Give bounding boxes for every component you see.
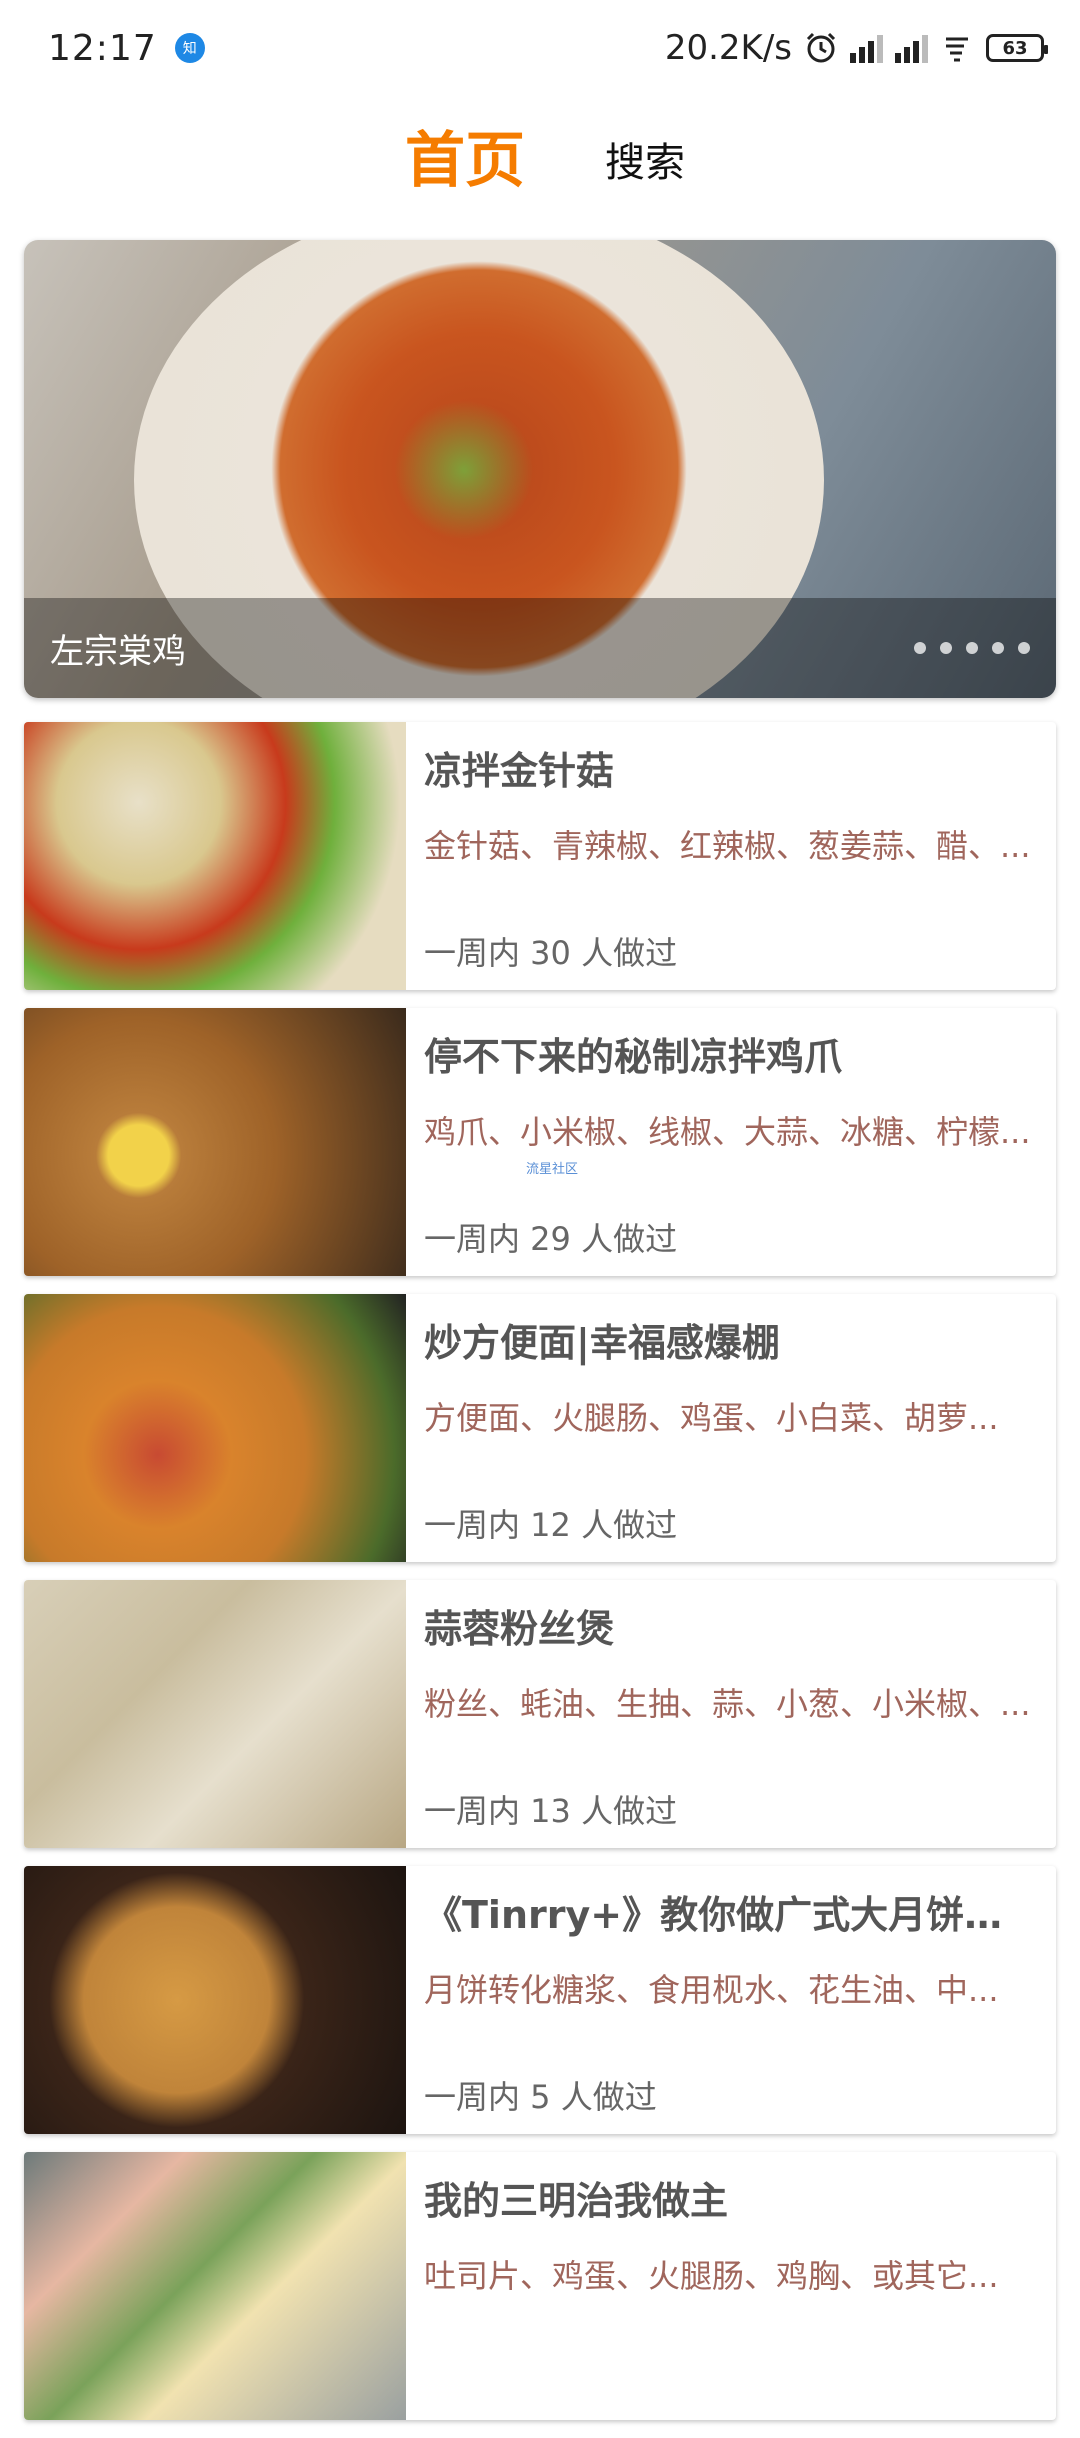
recipe-ingredients: 鸡爪、小米椒、线椒、大蒜、冰糖、柠檬... (424, 1113, 1031, 1151)
recipe-ingredients: 金针菇、青辣椒、红辣椒、葱姜蒜、醋、... (424, 827, 1031, 865)
recipe-card[interactable]: 凉拌金针菇 金针菇、青辣椒、红辣椒、葱姜蒜、醋、... 一周内 30 人做过 (24, 722, 1056, 990)
top-tabs: 首页 搜索 (0, 110, 1080, 200)
carousel-dot[interactable] (1018, 642, 1030, 654)
recipe-thumbnail (24, 1866, 406, 2134)
tab-search[interactable]: 搜索 (605, 130, 685, 188)
recipe-made-count: 一周内 5 人做过 (424, 2078, 657, 2116)
recipe-title: 蒜蓉粉丝煲 (424, 1607, 615, 1651)
alarm-icon (806, 32, 836, 63)
recipe-list: 凉拌金针菇 金针菇、青辣椒、红辣椒、葱姜蒜、醋、... 一周内 30 人做过 停… (24, 722, 1056, 2438)
recipe-thumbnail (24, 2152, 406, 2420)
banner-image-garnish (394, 400, 534, 540)
wifi-data-icon (946, 37, 968, 62)
recipe-thumbnail (24, 1294, 406, 1562)
battery-icon: 63 (986, 34, 1048, 62)
recipe-thumbnail (24, 1580, 406, 1848)
recipe-thumbnail (24, 722, 406, 990)
signal-2-icon (895, 33, 928, 63)
recipe-made-count: 一周内 12 人做过 (424, 1506, 678, 1544)
recipe-title: 停不下来的秘制凉拌鸡爪 (424, 1035, 843, 1079)
carousel-dot[interactable] (992, 642, 1004, 654)
status-bar: 12:17 知 20.2K/s 63 (0, 0, 1080, 96)
clock: 12:17 (48, 27, 157, 69)
recipe-ingredients: 粉丝、蚝油、生抽、蒜、小葱、小米椒、... (424, 1685, 1031, 1723)
carousel-dot[interactable] (914, 642, 926, 654)
recipe-card[interactable]: 《Tinrry+》教你做广式大月饼（... 月饼转化糖浆、食用枧水、花生油、中.… (24, 1866, 1056, 2134)
banner-caption: 左宗棠鸡 (50, 631, 186, 672)
signal-1-icon (850, 33, 883, 63)
recipe-made-count: 一周内 29 人做过 (424, 1220, 678, 1258)
recipe-card[interactable]: 炒方便面|幸福感爆棚 方便面、火腿肠、鸡蛋、小白菜、胡萝... 一周内 12 人… (24, 1294, 1056, 1562)
recipe-ingredients: 吐司片、鸡蛋、火腿肠、鸡胸、或其它... (424, 2257, 999, 2295)
recipe-title: 凉拌金针菇 (424, 749, 615, 793)
zhihu-notification-icon: 知 (174, 33, 205, 63)
carousel-indicators (914, 642, 1030, 654)
recipe-card[interactable]: 停不下来的秘制凉拌鸡爪 鸡爪、小米椒、线椒、大蒜、冰糖、柠檬... 流星社区 一… (24, 1008, 1056, 1276)
recipe-title: 我的三明治我做主 (424, 2179, 729, 2223)
recipe-made-count: 一周内 13 人做过 (424, 1792, 678, 1830)
carousel-dot[interactable] (966, 642, 978, 654)
recipe-title: 炒方便面|幸福感爆棚 (424, 1321, 780, 1365)
carousel-dot[interactable] (940, 642, 952, 654)
tab-home[interactable]: 首页 (405, 112, 525, 199)
recipe-made-count: 一周内 30 人做过 (424, 934, 678, 972)
recipe-card[interactable]: 蒜蓉粉丝煲 粉丝、蚝油、生抽、蒜、小葱、小米椒、... 一周内 13 人做过 (24, 1580, 1056, 1848)
recipe-ingredients: 月饼转化糖浆、食用枧水、花生油、中... (424, 1971, 999, 2009)
recipe-ingredients: 方便面、火腿肠、鸡蛋、小白菜、胡萝... (424, 1399, 999, 1437)
recipe-title: 《Tinrry+》教你做广式大月饼（... (424, 1893, 1036, 1937)
watermark-text: 流星社区 (526, 1162, 579, 1177)
banner-carousel[interactable]: 左宗棠鸡 (24, 240, 1056, 698)
recipe-thumbnail (24, 1008, 406, 1276)
network-speed: 20.2K/s (664, 28, 792, 68)
banner-caption-bar: 左宗棠鸡 (24, 598, 1056, 698)
recipe-card[interactable]: 我的三明治我做主 吐司片、鸡蛋、火腿肠、鸡胸、或其它... (24, 2152, 1056, 2420)
